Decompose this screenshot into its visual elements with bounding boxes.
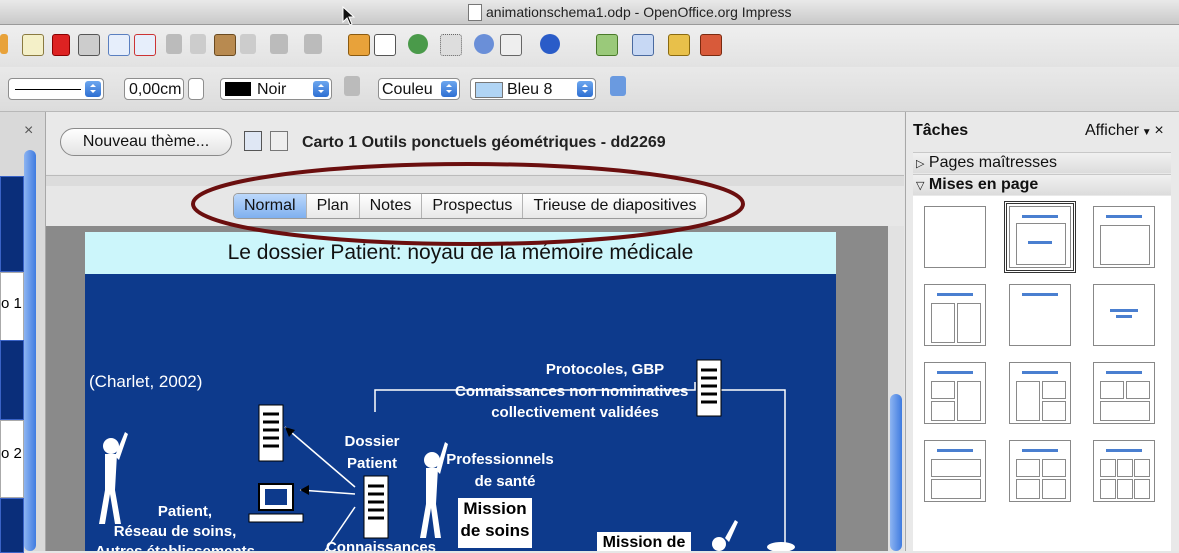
open-icon[interactable]: [0, 34, 8, 54]
print-icon[interactable]: [78, 34, 100, 56]
navigator-icon[interactable]: [474, 34, 494, 54]
line-color-label: Noir: [257, 81, 287, 98]
layout-centered-text[interactable]: [1093, 284, 1155, 346]
slides-panel: × o 1 o 2: [0, 112, 46, 553]
document-icon: [258, 404, 284, 462]
shadow-icon[interactable]: [610, 76, 626, 96]
cut-icon[interactable]: [166, 34, 182, 54]
layout-title-2col[interactable]: [924, 284, 986, 346]
close-icon[interactable]: ×: [24, 122, 33, 140]
view-mode-icons: [244, 131, 289, 156]
slide[interactable]: Le dossier Patient: noyau de la mémoire …: [85, 232, 836, 551]
vertical-scroll-thumb[interactable]: [890, 394, 902, 551]
slides-scrollbar[interactable]: [24, 150, 36, 551]
layout-four[interactable]: [1009, 440, 1071, 502]
layout-top-split[interactable]: [1093, 362, 1155, 424]
undo-icon[interactable]: [270, 34, 288, 54]
area-style-select[interactable]: Couleu: [378, 78, 460, 100]
area-color-label: Bleu 8: [507, 81, 553, 98]
slide-layout-icon[interactable]: [632, 34, 654, 56]
expand-icon: ▷: [916, 158, 925, 170]
layout-2col-left[interactable]: [924, 362, 986, 424]
grid-icon[interactable]: [440, 34, 462, 56]
area-icon[interactable]: [344, 76, 360, 96]
layout-title-content[interactable]: [1004, 201, 1076, 273]
new-slide-icon[interactable]: [596, 34, 618, 56]
pdf-icon[interactable]: [52, 34, 70, 56]
slide-thumbnail-label[interactable]: o 1: [0, 272, 24, 344]
slide-thumbnail-label[interactable]: o 2: [0, 420, 24, 498]
clone-format-icon[interactable]: [240, 34, 256, 54]
document-icon: [696, 359, 722, 417]
cursor-icon: [342, 6, 356, 26]
window-title: animationschema1.odp - OpenOffice.org Im…: [486, 4, 792, 20]
document-icon: [468, 4, 482, 21]
grid-view-icon[interactable]: [244, 131, 262, 151]
copy-icon[interactable]: [190, 34, 206, 54]
layout-2col-right[interactable]: [1009, 362, 1071, 424]
gallery-icon[interactable]: [408, 34, 428, 54]
chart-icon[interactable]: [348, 34, 370, 56]
slide-thumbnail[interactable]: [0, 176, 24, 272]
slide-design-icon[interactable]: [668, 34, 690, 56]
server-icon: [363, 475, 389, 539]
database-icon: [767, 542, 795, 551]
close-icon[interactable]: ×: [1154, 122, 1163, 139]
table-icon[interactable]: [374, 34, 396, 56]
view-menu[interactable]: Afficher ▼ ×: [1085, 122, 1164, 140]
zoom-icon[interactable]: [500, 34, 522, 56]
line-width-stepper[interactable]: [188, 78, 204, 100]
spellcheck-icon[interactable]: [108, 34, 130, 56]
highlight-ellipse: [191, 162, 745, 246]
tasks-title: Tâches: [913, 122, 969, 139]
standard-toolbar: [0, 25, 1179, 67]
autospellcheck-icon[interactable]: [134, 34, 156, 56]
layouts-grid: [913, 196, 1171, 551]
slide-figures: [99, 359, 795, 551]
area-color-select[interactable]: Bleu 8: [470, 78, 596, 100]
layout-stacked[interactable]: [924, 440, 986, 502]
layout-title-text[interactable]: [1093, 206, 1155, 268]
computer-icon: [248, 483, 304, 523]
slideshow-icon[interactable]: [700, 34, 722, 56]
line-width-input[interactable]: 0,00cm: [124, 78, 184, 100]
section-master-pages[interactable]: ▷ Pages maîtresses: [913, 152, 1171, 173]
layout-six[interactable]: [1093, 440, 1155, 502]
section-layouts[interactable]: ▽ Mises en page: [913, 174, 1171, 195]
line-style-select[interactable]: [8, 78, 104, 100]
slide-thumbnail[interactable]: [0, 498, 24, 553]
person-icon: [420, 442, 448, 538]
layout-title-only[interactable]: [1009, 284, 1071, 346]
edit-icon[interactable]: [22, 34, 44, 56]
person-icon: [99, 432, 128, 524]
layout-blank[interactable]: [924, 206, 986, 268]
line-fill-toolbar: 0,00cm Noir Couleu Bleu 8: [0, 67, 1179, 112]
line-color-select[interactable]: Noir: [220, 78, 332, 100]
slide-thumbnail[interactable]: [0, 340, 24, 420]
list-view-icon[interactable]: [270, 131, 289, 151]
slide-name: Carto 1 Outils ponctuels géométriques - …: [302, 134, 666, 151]
person-icon: [712, 520, 738, 551]
new-theme-button[interactable]: Nouveau thème...: [60, 128, 232, 156]
area-style-label: Couleu: [382, 81, 433, 98]
redo-icon[interactable]: [304, 34, 322, 54]
collapse-icon: ▽: [916, 180, 925, 192]
paste-icon[interactable]: [214, 34, 236, 56]
help-icon[interactable]: [540, 34, 560, 54]
